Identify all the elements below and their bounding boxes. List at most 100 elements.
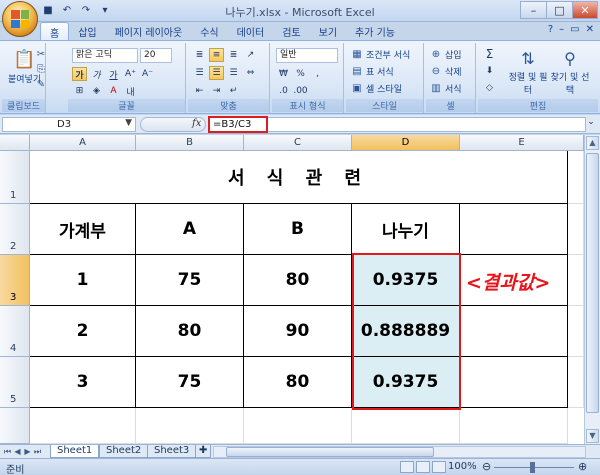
ribbon-restore-icon[interactable]: ▭ — [570, 24, 579, 35]
cell-e6[interactable] — [460, 408, 568, 444]
cell-c2[interactable]: B — [244, 204, 352, 255]
currency-button[interactable]: ₩ — [276, 67, 291, 81]
decrease-decimal-icon[interactable]: .00 — [293, 84, 308, 98]
title-cell[interactable]: 서 식 관 련 — [30, 151, 568, 204]
tab-page-layout[interactable]: 페이지 레이아웃 — [106, 22, 192, 40]
merge-center-icon[interactable]: ⇔ — [243, 66, 258, 80]
font-color-icon[interactable]: A — [106, 84, 121, 98]
decrease-indent-icon[interactable]: ⇤ — [192, 84, 207, 98]
sort-filter-button[interactable]: ⇅ 정렬 및 필터 — [508, 47, 548, 97]
align-middle-icon[interactable]: ≡ — [209, 48, 224, 62]
next-sheet-icon[interactable]: ▶ — [23, 446, 32, 457]
delete-cells-button[interactable]: ⊖ 삭제 — [429, 64, 462, 78]
row-header-6[interactable] — [0, 408, 30, 444]
page-break-view-icon[interactable] — [432, 461, 446, 473]
italic-button[interactable]: 가 — [89, 67, 104, 81]
row-header-5[interactable]: 5 — [0, 357, 30, 408]
cell-f1[interactable] — [568, 151, 584, 204]
cell-a4[interactable]: 2 — [30, 306, 136, 357]
cell-c5[interactable]: 80 — [244, 357, 352, 408]
column-header-c[interactable]: C — [244, 135, 352, 151]
align-right-icon[interactable]: ☰ — [226, 66, 241, 80]
last-sheet-icon[interactable]: ⏭ — [33, 446, 42, 457]
column-header-d[interactable]: D — [352, 135, 460, 151]
vertical-scroll-thumb[interactable] — [586, 153, 599, 413]
cell-f3[interactable] — [568, 255, 584, 306]
column-header-e[interactable]: E — [460, 135, 584, 151]
phonetic-icon[interactable]: 내 — [123, 84, 138, 98]
page-layout-view-icon[interactable] — [416, 461, 430, 473]
expand-formula-bar-icon[interactable]: ⌄ — [585, 117, 597, 132]
cell-c4[interactable]: 90 — [244, 306, 352, 357]
cell-b2[interactable]: A — [136, 204, 244, 255]
sheet-tab-3[interactable]: Sheet3 — [147, 445, 197, 458]
cell-c6[interactable] — [244, 408, 352, 444]
tab-view[interactable]: 보기 — [310, 22, 346, 40]
horizontal-scroll-thumb[interactable] — [226, 447, 434, 457]
office-button[interactable] — [2, 1, 38, 37]
tab-review[interactable]: 검토 — [273, 22, 309, 40]
cell-a2[interactable]: 가계부 — [30, 204, 136, 255]
tab-insert[interactable]: 삽입 — [69, 22, 105, 40]
tab-add-ins[interactable]: 추가 기능 — [346, 22, 404, 40]
sheet-tab-1[interactable]: Sheet1 — [50, 445, 100, 458]
cell-d2[interactable]: 나누기 — [352, 204, 460, 255]
row-header-4[interactable]: 4 — [0, 306, 30, 357]
cell-f4[interactable] — [568, 306, 584, 357]
tab-home[interactable]: 홈 — [40, 22, 70, 40]
shrink-font-icon[interactable]: A⁻ — [140, 67, 155, 81]
vertical-scrollbar[interactable]: ▲ ▼ — [584, 135, 600, 444]
ribbon-close-icon[interactable]: ✕ — [586, 24, 594, 35]
ribbon-minimize-icon[interactable]: – — [559, 24, 564, 35]
underline-button[interactable]: 가 — [106, 67, 121, 81]
cell-e2[interactable] — [460, 204, 568, 255]
format-cells-button[interactable]: ▥ 서식 — [429, 81, 461, 95]
scroll-up-icon[interactable]: ▲ — [586, 136, 599, 150]
name-box[interactable]: D3 ▼ — [2, 117, 136, 132]
align-center-icon[interactable]: ☰ — [209, 66, 224, 80]
cell-f5[interactable] — [568, 357, 584, 408]
maximize-button[interactable]: □ — [546, 1, 572, 19]
font-size-select[interactable]: 20 — [140, 48, 172, 63]
select-all-corner[interactable] — [0, 135, 30, 151]
copy-icon[interactable]: ⎘ — [34, 62, 48, 76]
cell-b5[interactable]: 75 — [136, 357, 244, 408]
row-header-3[interactable]: 3 — [0, 255, 30, 306]
orientation-icon[interactable]: ↗ — [243, 48, 258, 62]
format-painter-icon[interactable]: ✎ — [34, 77, 48, 91]
fill-color-icon[interactable]: ◈ — [89, 84, 104, 98]
number-format-select[interactable]: 일반 — [276, 48, 338, 63]
cell-e4[interactable] — [460, 306, 568, 357]
cell-d6[interactable] — [352, 408, 460, 444]
wrap-text-icon[interactable]: ↵ — [226, 84, 241, 98]
help-icon[interactable]: ? — [548, 24, 553, 35]
column-header-a[interactable]: A — [30, 135, 136, 151]
cell-c3[interactable]: 80 — [244, 255, 352, 306]
cut-icon[interactable]: ✂ — [34, 47, 48, 61]
tab-data[interactable]: 데이터 — [228, 22, 274, 40]
increase-indent-icon[interactable]: ⇥ — [209, 84, 224, 98]
font-name-select[interactable]: 맑은 고딕 — [72, 48, 138, 63]
cell-a3[interactable]: 1 — [30, 255, 136, 306]
find-select-button[interactable]: ⚲ 찾기 및 선택 — [550, 47, 590, 97]
name-box-dropdown-icon[interactable]: ▼ — [125, 118, 132, 128]
cell-e5[interactable] — [460, 357, 568, 408]
cell-b6[interactable] — [136, 408, 244, 444]
borders-icon[interactable]: ⊞ — [72, 84, 87, 98]
tab-formulas[interactable]: 수식 — [191, 22, 227, 40]
cell-b3[interactable]: 75 — [136, 255, 244, 306]
insert-function-icon[interactable]: fx — [192, 118, 201, 129]
cell-a6[interactable] — [30, 408, 136, 444]
sheet-tab-2[interactable]: Sheet2 — [99, 445, 149, 458]
column-header-b[interactable]: B — [136, 135, 244, 151]
align-bottom-icon[interactable]: ≣ — [226, 48, 241, 62]
zoom-out-icon[interactable]: ⊖ — [482, 460, 491, 473]
cell-f2[interactable] — [568, 204, 584, 255]
row-header-2[interactable]: 2 — [0, 204, 30, 255]
clear-icon[interactable]: ◇ — [482, 81, 497, 95]
worksheet-grid[interactable]: A B C D E 1 2 3 4 5 서 식 관 련 가계부 A B 나누기 … — [0, 135, 584, 444]
zoom-in-icon[interactable]: ⊕ — [578, 460, 587, 473]
align-left-icon[interactable]: ☰ — [192, 66, 207, 80]
cell-b4[interactable]: 80 — [136, 306, 244, 357]
cell-a5[interactable]: 3 — [30, 357, 136, 408]
